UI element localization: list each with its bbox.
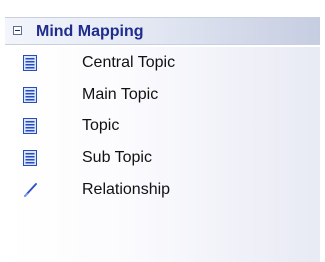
toolbox-item-label: Topic — [82, 117, 120, 134]
toolbox-item-list: Central Topic Main Topic Topic Sub Topic… — [5, 47, 320, 262]
toolbox-item-relationship[interactable]: Relationship — [5, 174, 320, 206]
topic-icon — [23, 150, 37, 166]
topic-icon — [23, 118, 37, 134]
section-title: Mind Mapping — [36, 23, 144, 40]
collapse-minus-icon[interactable] — [13, 26, 22, 35]
toolbox-item-label: Relationship — [82, 181, 171, 198]
toolbox-item-central-topic[interactable]: Central Topic — [5, 47, 320, 79]
toolbox-item-label: Main Topic — [82, 86, 159, 103]
topic-icon — [23, 87, 37, 103]
toolbox-item-main-topic[interactable]: Main Topic — [5, 79, 320, 111]
toolbox-item-label: Central Topic — [82, 54, 176, 71]
toolbox-section-header[interactable]: Mind Mapping — [5, 17, 320, 45]
toolbox-item-sub-topic[interactable]: Sub Topic — [5, 142, 320, 174]
toolbox-item-label: Sub Topic — [82, 149, 152, 166]
relationship-line-icon — [24, 183, 37, 197]
toolbox-item-topic[interactable]: Topic — [5, 110, 320, 142]
mind-mapping-toolbox: Mind Mapping Central Topic Main Topic To… — [0, 0, 325, 262]
topic-icon — [23, 55, 37, 71]
